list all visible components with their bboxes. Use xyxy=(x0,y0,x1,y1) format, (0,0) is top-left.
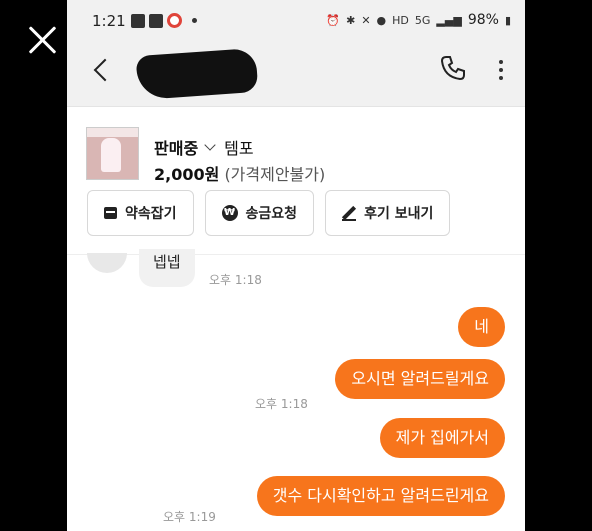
product-title: 템포 xyxy=(224,139,254,158)
chat-header xyxy=(67,40,525,107)
battery-text: 98% xyxy=(467,12,499,28)
send-review-button[interactable]: 후기 보내기 xyxy=(325,190,451,236)
action-buttons: 약속잡기 ₩ 송금요청 후기 보내기 xyxy=(87,190,451,236)
product-price: 2,000원 xyxy=(154,165,220,184)
outgoing-message: 제가 집에가서 xyxy=(379,418,505,458)
outgoing-message: 오시면 알려드릴게요 xyxy=(335,359,505,399)
sale-status[interactable]: 판매중 xyxy=(154,135,198,159)
alarm-icon: ⏰ xyxy=(326,13,341,27)
phone-icon[interactable] xyxy=(439,54,467,82)
hd-label: HD xyxy=(392,13,409,27)
message-time: 오후 1:19 xyxy=(163,510,216,524)
message-time: 오후 1:18 xyxy=(255,397,308,411)
outgoing-message: 갯수 다시확인하고 알려드린게요 xyxy=(256,476,505,516)
phone-screen: 1:21 ⏰ ✱ ✕ ● HD 5G ▂▄▆ 98% ▮ 판매중 템포 2,00… xyxy=(67,0,525,531)
appointment-label: 약속잡기 xyxy=(125,206,177,222)
pencil-icon xyxy=(342,206,357,221)
send-review-label: 후기 보내기 xyxy=(364,206,434,222)
payment-request-label: 송금요청 xyxy=(245,206,298,222)
close-icon[interactable] xyxy=(28,25,58,55)
message-list[interactable]: 넵넵 오후 1:18 네 오시면 알려드릴게요 오후 1:18 제가 집에가서 … xyxy=(67,249,525,531)
status-time: 1:21 xyxy=(92,12,126,30)
status-indicators: ⏰ ✱ ✕ ● HD 5G ▂▄▆ 98% ▮ xyxy=(326,12,511,28)
incoming-message: 넵넵 xyxy=(139,249,195,287)
notification-icons xyxy=(131,13,197,28)
location-icon: ● xyxy=(376,13,387,27)
gallery-icon xyxy=(131,13,145,28)
more-vert-icon[interactable] xyxy=(499,60,503,84)
status-bar: 1:21 ⏰ ✱ ✕ ● HD 5G ▂▄▆ 98% ▮ xyxy=(67,0,525,40)
product-thumbnail xyxy=(86,127,139,180)
battery-icon: ▮ xyxy=(504,13,511,27)
outgoing-message: 네 xyxy=(458,307,505,347)
message-time: 오후 1:18 xyxy=(209,273,262,287)
avatar[interactable] xyxy=(87,253,127,273)
more-notifications-dot xyxy=(192,18,197,23)
network-label: 5G xyxy=(414,13,431,27)
status-row: 판매중 템포 xyxy=(154,135,254,159)
signal-icon: ▂▄▆ xyxy=(436,13,462,27)
won-icon: ₩ xyxy=(221,205,238,221)
app-notification-icon xyxy=(167,13,182,28)
payment-request-button[interactable]: ₩ 송금요청 xyxy=(204,190,315,236)
price-note: (가격제안불가) xyxy=(224,165,326,184)
appointment-button[interactable]: 약속잡기 xyxy=(87,190,194,236)
redacted-username xyxy=(135,47,259,101)
product-card[interactable]: 판매중 템포 2,000원 (가격제안불가) xyxy=(67,107,525,184)
back-arrow-icon[interactable] xyxy=(93,58,117,82)
chevron-down-icon[interactable] xyxy=(204,139,216,151)
calendar-icon xyxy=(104,207,117,219)
note-icon xyxy=(149,13,163,28)
mute-icon: ✕ xyxy=(361,13,371,27)
bluetooth-icon: ✱ xyxy=(346,13,356,27)
price-row: 2,000원 (가격제안불가) xyxy=(154,161,325,185)
